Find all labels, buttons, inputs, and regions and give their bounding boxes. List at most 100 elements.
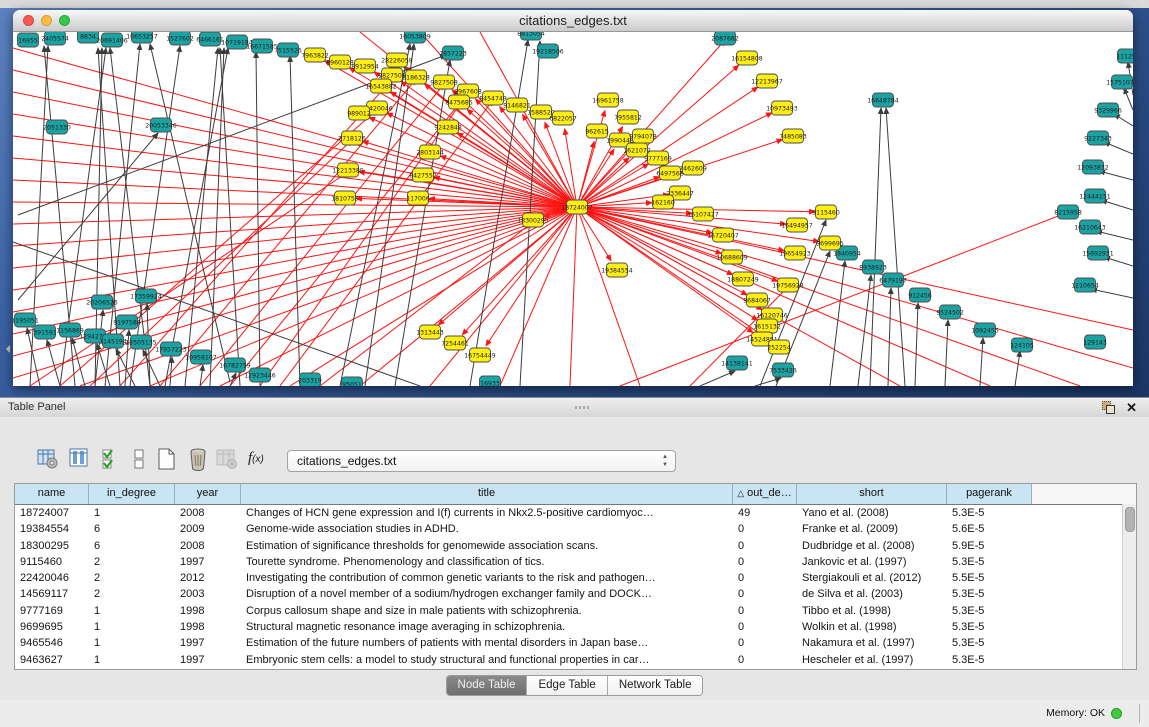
column-header-in_degree[interactable]: in_degree — [89, 484, 175, 504]
table-cell[interactable]: Jankovic et al. (1997) — [797, 554, 947, 570]
close-button[interactable] — [23, 15, 34, 26]
table-cell[interactable]: 0 — [733, 521, 797, 537]
table-cell[interactable]: 1 — [89, 652, 175, 668]
table-cell[interactable]: 18300295 — [15, 538, 89, 554]
close-panel-icon[interactable]: ✕ — [1126, 398, 1137, 417]
column-header-out_de[interactable]: △out_de… — [733, 484, 797, 504]
table-cell[interactable]: Genome-wide association studies in ADHD. — [241, 521, 733, 537]
table-cell[interactable]: 1 — [89, 603, 175, 619]
new-document-icon[interactable] — [155, 447, 179, 471]
table-cell[interactable]: 2 — [89, 586, 175, 602]
table-cell[interactable]: 1997 — [175, 652, 241, 668]
table-cell[interactable]: 9465546 — [15, 635, 89, 651]
table-header-row[interactable]: namein_degreeyeartitle△out_de…shortpager… — [15, 484, 1136, 505]
table-cell[interactable]: 5.3E-5 — [947, 635, 1032, 651]
table-cell[interactable]: Estimation of significance thresholds fo… — [241, 538, 733, 554]
panel-collapse-arrow-icon[interactable] — [2, 345, 10, 353]
table-cell[interactable]: 1997 — [175, 554, 241, 570]
table-row[interactable]: 969969511998Structural magnetic resonanc… — [15, 619, 1136, 635]
table-cell[interactable]: 2 — [89, 554, 175, 570]
table-cell[interactable]: Yano et al. (2008) — [797, 505, 947, 521]
select-rows-icon[interactable] — [128, 447, 152, 471]
table-cell[interactable]: 5.3E-5 — [947, 603, 1032, 619]
minimize-button[interactable] — [41, 15, 52, 26]
table-cell[interactable]: 0 — [733, 586, 797, 602]
memory-status-indicator[interactable] — [1111, 708, 1122, 719]
table-cell[interactable]: Nakamura et al. (1997) — [797, 635, 947, 651]
network-window-titlebar[interactable]: citations_edges.txt — [13, 10, 1133, 32]
table-cell[interactable]: 5.9E-5 — [947, 538, 1032, 554]
table-cell[interactable]: Stergiakouli et al. (2012) — [797, 570, 947, 586]
table-scrollbar[interactable] — [1122, 504, 1136, 669]
table-row[interactable]: 911546021997Tourette syndrome. Phenomeno… — [15, 554, 1136, 570]
zoom-button[interactable] — [59, 15, 70, 26]
network-view-window[interactable]: citations_edges.txt 16955240557488342069… — [13, 10, 1133, 386]
table-cell[interactable]: de Silva et al. (2003) — [797, 586, 947, 602]
table-settings-icon[interactable] — [36, 447, 60, 471]
table-cell[interactable]: 5.3E-5 — [947, 586, 1032, 602]
table-row[interactable]: 2242004622012Investigating the contribut… — [15, 570, 1136, 586]
select-all-check-icon[interactable] — [100, 447, 124, 471]
splitter-grip[interactable] — [575, 406, 589, 409]
table-cell[interactable]: 2009 — [175, 521, 241, 537]
table-cell[interactable]: 2012 — [175, 570, 241, 586]
table-scrollbar-thumb[interactable] — [1125, 507, 1135, 532]
table-cell[interactable]: 5.5E-5 — [947, 570, 1032, 586]
table-cell[interactable]: 2 — [89, 570, 175, 586]
table-cell[interactable]: 1997 — [175, 635, 241, 651]
table-cell[interactable]: Corpus callosum shape and size in male p… — [241, 603, 733, 619]
function-builder-icon[interactable]: f(x) — [248, 449, 272, 473]
table-type-tabs[interactable]: Node TableEdge TableNetwork Table — [446, 675, 704, 696]
table-cell[interactable]: 9463627 — [15, 652, 89, 668]
tab-edge-table[interactable]: Edge Table — [527, 676, 607, 695]
table-row[interactable]: 1938455462009Genome-wide association stu… — [15, 521, 1136, 537]
table-cell[interactable]: 5.3E-5 — [947, 554, 1032, 570]
column-header-short[interactable]: short — [797, 484, 947, 504]
table-cell[interactable]: Embryonic stem cells: a model to study s… — [241, 652, 733, 668]
table-row[interactable]: 977716911998Corpus callosum shape and si… — [15, 603, 1136, 619]
table-cell[interactable]: 49 — [733, 505, 797, 521]
table-cell[interactable]: Hescheler et al. (1997) — [797, 652, 947, 668]
tab-network-table[interactable]: Network Table — [608, 676, 703, 695]
table-row[interactable]: 1872400712008Changes of HCN gene express… — [15, 505, 1136, 521]
table-cell[interactable]: 5.3E-5 — [947, 652, 1032, 668]
table-cell[interactable]: 0 — [733, 635, 797, 651]
table-cell[interactable]: 6 — [89, 538, 175, 554]
table-cell[interactable]: 2008 — [175, 538, 241, 554]
table-row[interactable]: 946554611997Estimation of the future num… — [15, 635, 1136, 651]
table-cell[interactable]: Tibbo et al. (1998) — [797, 603, 947, 619]
table-cell[interactable]: 0 — [733, 570, 797, 586]
column-header-title[interactable]: title — [241, 484, 733, 504]
table-cell[interactable]: 0 — [733, 554, 797, 570]
table-cell[interactable]: 22420046 — [15, 570, 89, 586]
table-cell[interactable]: 5.3E-5 — [947, 619, 1032, 635]
table-cell[interactable]: 1 — [89, 619, 175, 635]
table-cell[interactable]: 5.6E-5 — [947, 521, 1032, 537]
table-row[interactable]: 1456911722003Disruption of a novel membe… — [15, 586, 1136, 602]
table-cell[interactable]: 18724007 — [15, 505, 89, 521]
table-cell[interactable]: 19384554 — [15, 521, 89, 537]
tab-node-table[interactable]: Node Table — [447, 676, 528, 695]
table-cell[interactable]: Estimation of the future numbers of pati… — [241, 635, 733, 651]
table-cell[interactable]: 14569117 — [15, 586, 89, 602]
table-cell[interactable]: 1998 — [175, 619, 241, 635]
table-row[interactable]: 1830029562008Estimation of significance … — [15, 538, 1136, 554]
table-selector-dropdown[interactable]: citations_edges.txt ▲▼ — [287, 450, 676, 472]
column-header-name[interactable]: name — [15, 484, 89, 504]
table-cell[interactable]: 2003 — [175, 586, 241, 602]
table-cell[interactable]: Tourette syndrome. Phenomenology and cla… — [241, 554, 733, 570]
table-cell[interactable]: Dudbridge et al. (2008) — [797, 538, 947, 554]
table-cell[interactable]: 9777169 — [15, 603, 89, 619]
table-cell[interactable]: Structural magnetic resonance image aver… — [241, 619, 733, 635]
table-cell[interactable]: 1998 — [175, 603, 241, 619]
table-cell[interactable]: Disruption of a novel member of a sodium… — [241, 586, 733, 602]
node-attribute-table[interactable]: namein_degreeyeartitle△out_de…shortpager… — [14, 483, 1137, 670]
show-columns-icon[interactable] — [68, 447, 92, 471]
column-header-pagerank[interactable]: pagerank — [947, 484, 1032, 504]
delete-trash-icon[interactable] — [186, 447, 210, 471]
table-cell[interactable]: Investigating the contribution of common… — [241, 570, 733, 586]
table-cell[interactable]: Changes of HCN gene expression and I(f) … — [241, 505, 733, 521]
table-cell[interactable]: 5.3E-5 — [947, 505, 1032, 521]
float-panel-icon[interactable] — [1102, 401, 1115, 414]
table-cell[interactable]: 0 — [733, 603, 797, 619]
